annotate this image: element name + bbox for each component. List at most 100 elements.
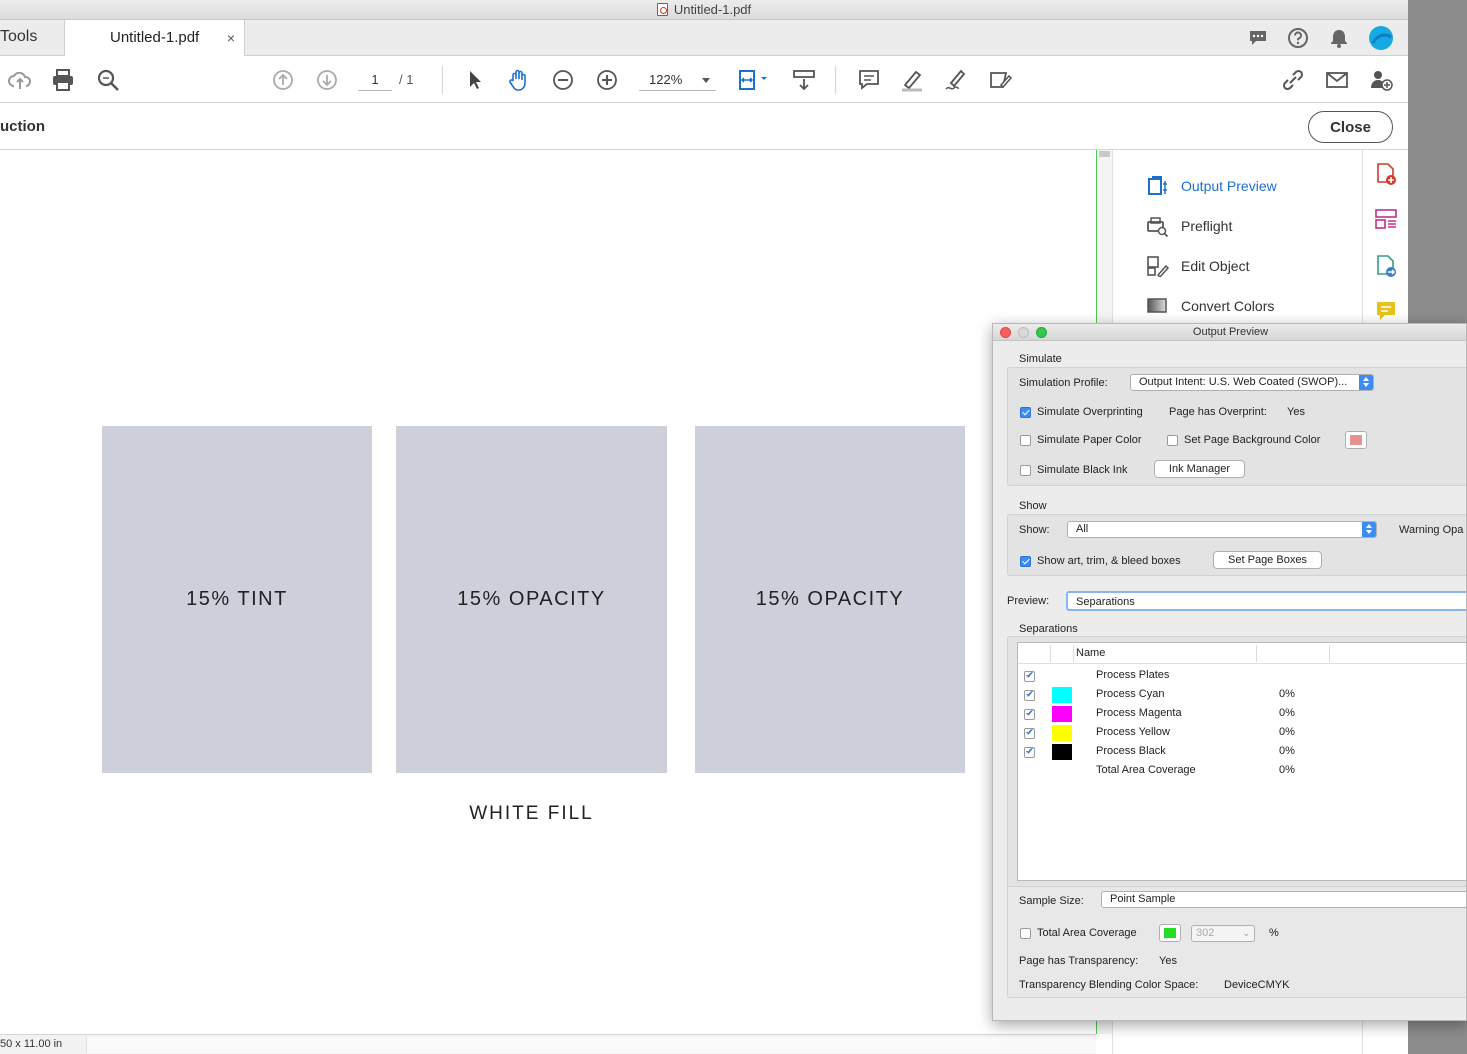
zoom-out-icon[interactable] xyxy=(550,67,576,93)
help-icon[interactable] xyxy=(1287,27,1309,49)
tab-tools[interactable]: Tools xyxy=(0,20,64,56)
comment-icon[interactable] xyxy=(1374,299,1398,323)
ink-manager-button[interactable]: Ink Manager xyxy=(1154,460,1245,478)
pdf-file-icon xyxy=(656,3,668,16)
separation-row[interactable]: ✔ Process Cyan 0% xyxy=(1018,685,1466,704)
zoom-window-icon[interactable] xyxy=(1036,327,1047,338)
horizontal-scrollbar[interactable] xyxy=(86,1037,1096,1053)
column-divider xyxy=(1329,645,1330,662)
avatar-icon[interactable] xyxy=(1368,25,1394,51)
panel-item-preflight[interactable]: Preflight xyxy=(1146,214,1232,238)
chat-icon[interactable] xyxy=(1247,27,1269,49)
separation-row[interactable]: ✔ Process Plates xyxy=(1018,666,1466,685)
separation-checkbox[interactable]: ✔ xyxy=(1024,746,1035,758)
simulate-paper-color-label: Simulate Paper Color xyxy=(1037,434,1142,446)
output-preview-dialog: Output Preview Simulate Simulation Profi… xyxy=(992,323,1467,1021)
notification-bell-icon[interactable] xyxy=(1328,27,1350,49)
preview-select[interactable]: Separations xyxy=(1066,591,1466,611)
previous-page-icon[interactable] xyxy=(270,67,296,93)
close-tool-button[interactable]: Close xyxy=(1308,111,1393,143)
separation-row[interactable]: ✔ Process Magenta 0% xyxy=(1018,704,1466,723)
zoom-dropdown[interactable]: 122% xyxy=(639,69,716,91)
print-icon[interactable] xyxy=(50,67,76,93)
coverage-unit: % xyxy=(1269,927,1279,939)
add-user-icon[interactable] xyxy=(1368,67,1394,93)
simulate-paper-color-checkbox[interactable] xyxy=(1020,435,1031,446)
ink-color-swatch xyxy=(1052,744,1072,760)
panel-item-output-preview[interactable]: Output Preview xyxy=(1146,174,1277,198)
separation-row[interactable]: ✔ Process Yellow 0% xyxy=(1018,723,1466,742)
tab-document[interactable]: Untitled-1.pdf × xyxy=(64,20,245,56)
search-icon[interactable] xyxy=(95,67,121,93)
comment-icon[interactable] xyxy=(856,67,882,93)
highlight-pen-icon[interactable] xyxy=(899,67,925,93)
separation-checkbox[interactable]: ✔ xyxy=(1024,708,1035,720)
ink-color-swatch xyxy=(1052,687,1072,703)
share-link-icon[interactable] xyxy=(1280,67,1306,93)
panel-item-edit-object[interactable]: Edit Object xyxy=(1146,254,1249,278)
draw-sign-icon[interactable] xyxy=(943,67,969,93)
document-canvas[interactable]: 15% TINT 15% OPACITY 15% OPACITY WHITE F… xyxy=(0,150,1096,1034)
opacity-box: 15% OPACITY xyxy=(396,426,667,773)
output-preview-icon xyxy=(1148,176,1167,195)
panel-item-label: Preflight xyxy=(1181,218,1233,234)
set-page-boxes-button[interactable]: Set Page Boxes xyxy=(1213,551,1322,569)
checkmark-icon: ✔ xyxy=(1025,746,1035,758)
separation-checkbox[interactable]: ✔ xyxy=(1024,727,1035,739)
close-window-icon[interactable] xyxy=(1000,327,1011,338)
background-color-swatch[interactable] xyxy=(1345,431,1367,449)
separation-checkbox[interactable]: ✔ xyxy=(1024,670,1035,682)
swatch-fill xyxy=(1350,435,1362,445)
show-select[interactable]: All xyxy=(1067,521,1377,538)
next-page-icon[interactable] xyxy=(314,67,340,93)
create-pdf-icon[interactable] xyxy=(1374,162,1398,186)
box-label: 15% OPACITY xyxy=(755,588,905,610)
tab-close-icon[interactable]: × xyxy=(227,20,235,56)
show-boxes-checkbox[interactable] xyxy=(1020,556,1031,567)
total-area-coverage-checkbox[interactable] xyxy=(1020,928,1031,939)
set-page-background-checkbox[interactable] xyxy=(1167,435,1178,446)
cloud-upload-icon[interactable] xyxy=(7,67,33,93)
page-number-input[interactable] xyxy=(358,69,392,91)
edit-object-icon xyxy=(1147,256,1170,277)
page-fit-icon[interactable] xyxy=(737,67,771,93)
ink-color-swatch xyxy=(1052,706,1072,722)
status-bar: 50 x 11.00 in xyxy=(0,1034,1096,1054)
simulate-section-title: Simulate xyxy=(1019,353,1062,365)
separation-row[interactable]: Total Area Coverage 0% xyxy=(1018,761,1466,780)
minimize-window-icon[interactable] xyxy=(1018,327,1029,338)
simulate-black-ink-checkbox[interactable] xyxy=(1020,465,1031,476)
checkmark-icon: ✔ xyxy=(1025,670,1035,682)
coverage-color-swatch[interactable] xyxy=(1159,924,1181,942)
simulate-overprinting-checkbox[interactable] xyxy=(1020,407,1031,418)
select-arrow-icon[interactable] xyxy=(462,67,488,93)
toolbar-divider xyxy=(835,66,836,94)
opacity-box: 15% OPACITY xyxy=(695,426,965,773)
separations-section-title: Separations xyxy=(1019,623,1078,635)
separation-checkbox[interactable]: ✔ xyxy=(1024,689,1035,701)
panel-item-label: Edit Object xyxy=(1181,258,1250,274)
select-stepper-icon xyxy=(1359,375,1373,390)
edit-text-icon[interactable] xyxy=(987,67,1013,93)
separation-name: Process Cyan xyxy=(1096,688,1165,700)
scrollbar-thumb[interactable] xyxy=(1099,151,1110,157)
panel-item-convert-colors[interactable]: Convert Colors xyxy=(1146,294,1274,318)
chevron-down-icon xyxy=(702,78,710,83)
email-icon[interactable] xyxy=(1324,67,1350,93)
column-divider xyxy=(1256,645,1257,662)
sample-size-label: Sample Size: xyxy=(1019,895,1084,907)
separation-value: 0% xyxy=(1279,726,1295,738)
scrolling-mode-icon[interactable] xyxy=(791,67,817,93)
sample-size-value: Point Sample xyxy=(1110,893,1176,905)
sample-size-select[interactable]: Point Sample xyxy=(1101,891,1466,908)
hand-tool-icon[interactable] xyxy=(506,67,532,93)
simulation-profile-select[interactable]: Output Intent: U.S. Web Coated (SWOP)... xyxy=(1130,374,1374,391)
total-area-coverage-label: Total Area Coverage xyxy=(1037,927,1137,939)
coverage-value-combo[interactable]: 302 ⌄ xyxy=(1191,925,1255,942)
set-page-background-label: Set Page Background Color xyxy=(1184,434,1321,446)
zoom-in-icon[interactable] xyxy=(594,67,620,93)
export-pdf-icon[interactable] xyxy=(1374,254,1398,278)
organize-pages-icon[interactable] xyxy=(1374,207,1398,231)
separation-row[interactable]: ✔ Process Black 0% xyxy=(1018,742,1466,761)
simulate-black-ink-label: Simulate Black Ink xyxy=(1037,464,1128,476)
